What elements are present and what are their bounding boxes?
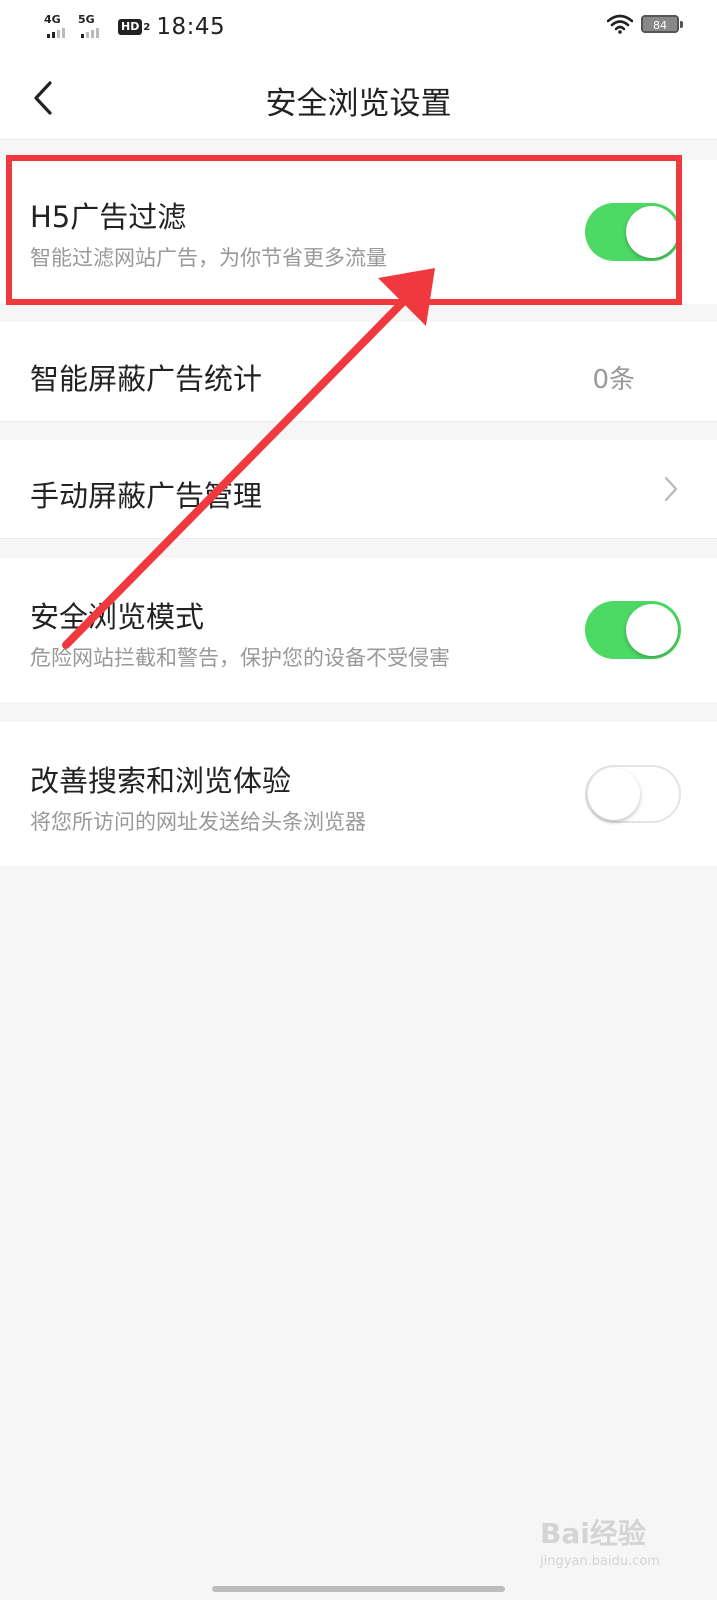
- wifi-icon: [607, 14, 633, 34]
- hd-sub-label: 2: [143, 21, 151, 33]
- signal-5g-icon: 5G: [78, 14, 108, 40]
- improve-experience-toggle[interactable]: [585, 765, 681, 823]
- page-title: 安全浏览设置: [265, 86, 452, 122]
- network-label-2: 5G: [78, 13, 95, 26]
- status-time: 18:45: [156, 14, 226, 40]
- safe-browsing-subtitle: 危险网站拦截和警告，保护您的设备不受侵害: [30, 646, 450, 670]
- signal-4g-icon: 4G: [44, 14, 74, 40]
- h5-ad-filter-toggle[interactable]: [585, 203, 681, 261]
- home-indicator[interactable]: [212, 1586, 505, 1592]
- toggle-knob: [626, 604, 678, 656]
- watermark-brand: Bai经验: [540, 1517, 646, 1550]
- improve-experience-subtitle: 将您所访问的网址发送给头条浏览器: [30, 810, 366, 834]
- improve-experience-title: 改善搜索和浏览体验: [30, 764, 292, 798]
- ad-block-stats-value: 0条: [592, 365, 635, 395]
- hd-voice-icon: HD: [118, 19, 143, 35]
- battery-level: 84: [653, 19, 667, 32]
- setting-safe-browsing: 安全浏览模式 危险网站拦截和警告，保护您的设备不受侵害: [0, 558, 717, 702]
- setting-ad-block-stats[interactable]: 智能屏蔽广告统计 0条: [0, 322, 717, 422]
- setting-h5-ad-filter: H5广告过滤 智能过滤网站广告，为你节省更多流量: [0, 160, 717, 304]
- nav-bar: 安全浏览设置: [0, 56, 717, 140]
- status-bar: 4G 5G HD 2 18:45 84: [0, 0, 717, 56]
- ad-block-stats-title: 智能屏蔽广告统计: [30, 362, 263, 396]
- safe-browsing-title: 安全浏览模式: [30, 600, 205, 634]
- network-label-1: 4G: [44, 13, 61, 26]
- status-right: 84: [607, 14, 683, 34]
- toggle-knob: [588, 768, 640, 820]
- safe-browsing-toggle[interactable]: [585, 601, 681, 659]
- watermark-url: jingyan.baidu.com: [540, 1554, 660, 1569]
- setting-manual-ad-block[interactable]: 手动屏蔽广告管理: [0, 440, 717, 539]
- toggle-knob: [626, 206, 678, 258]
- h5-ad-filter-title: H5广告过滤: [30, 200, 187, 234]
- watermark-logo: Bai经验 jingyan.baidu.com: [540, 1506, 680, 1576]
- manual-ad-block-title: 手动屏蔽广告管理: [30, 479, 263, 513]
- chevron-right-icon: [664, 476, 678, 502]
- battery-icon: 84: [641, 15, 683, 33]
- h5-ad-filter-subtitle: 智能过滤网站广告，为你节省更多流量: [30, 246, 387, 270]
- setting-improve-experience: 改善搜索和浏览体验 将您所访问的网址发送给头条浏览器: [0, 722, 717, 866]
- status-left: 4G 5G HD 2 18:45: [44, 12, 225, 42]
